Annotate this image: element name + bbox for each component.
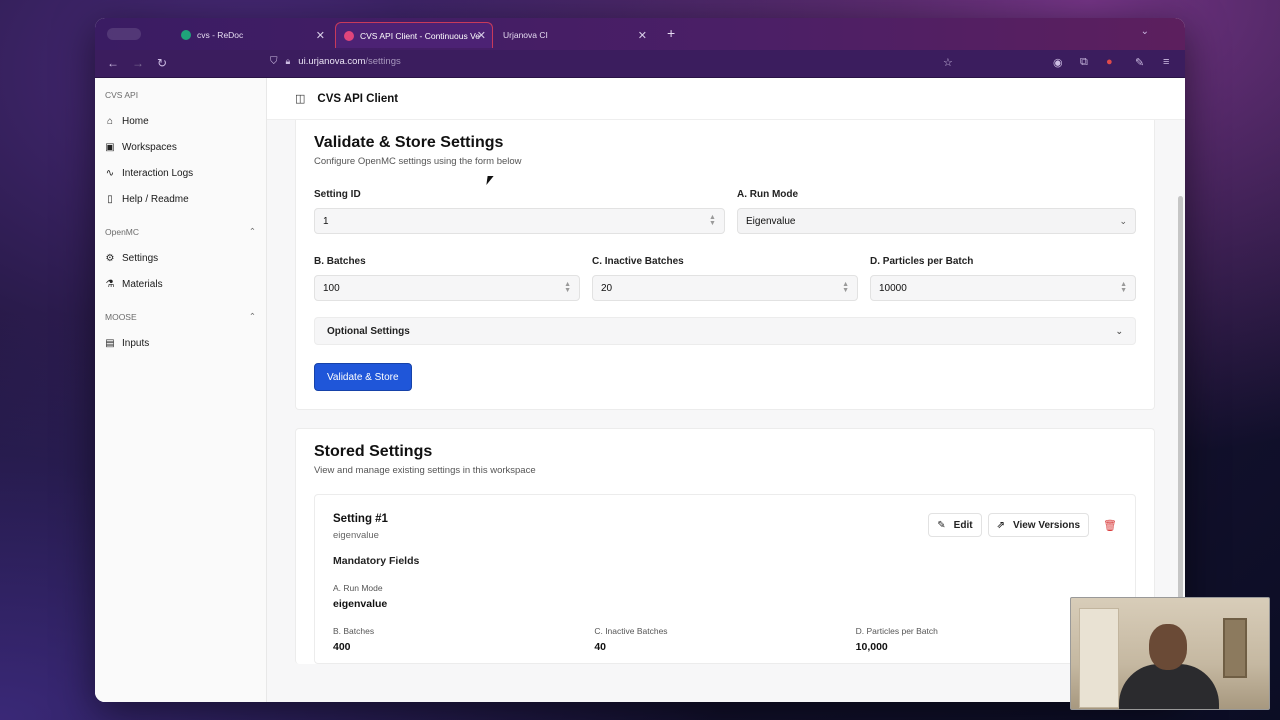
shield-icon: ⛉ <box>270 56 278 67</box>
inactive-batches-input[interactable]: 20 ▲ ▼ <box>592 275 858 301</box>
book-icon: ▯ <box>107 193 113 205</box>
home-icon: ⌂ <box>106 115 114 127</box>
setting-id-field-group: Setting ID 1 ▲ ▼ <box>314 189 725 234</box>
close-icon[interactable]: ✕ <box>316 29 325 42</box>
gear-icon: ⚙ <box>105 252 115 264</box>
back-icon[interactable]: ← <box>107 56 119 70</box>
webcam-overlay <box>1070 597 1270 710</box>
bookmark-star-icon[interactable]: ☆ <box>943 56 953 69</box>
address-bar[interactable]: ⛉ 🔒︎ ui.urjanova.com/settings <box>270 56 401 67</box>
tab-label: cvs - ReDoc <box>197 30 244 40</box>
chevron-up-icon: ⌃ <box>248 311 256 321</box>
sidebar-item-interaction-logs[interactable]: ∿ Interaction Logs <box>105 160 256 186</box>
account-icon[interactable]: ◉ <box>1053 56 1063 69</box>
tab-label: CVS API Client - Continuous Ve <box>360 30 481 41</box>
run-mode-value: eigenvalue <box>333 598 388 610</box>
chevron-down-icon: ⌄ <box>1115 325 1123 336</box>
batches-input[interactable]: 100 ▲ ▼ <box>314 275 580 301</box>
chevron-down-icon[interactable]: ⌄ <box>1141 26 1149 37</box>
trash-icon[interactable]: 🗑︎ <box>1103 519 1117 532</box>
setting-values-row: B. Batches 400 C. Inactive Batches 40 D.… <box>333 610 1117 653</box>
chevron-down-icon: ⌄ <box>1119 215 1127 226</box>
stepper-icon[interactable]: ▲ ▼ <box>842 281 849 294</box>
window-controls[interactable] <box>107 28 141 40</box>
forward-icon[interactable]: → <box>132 56 144 70</box>
navigation-bar: ← → ↻ ⛉ 🔒︎ ui.urjanova.com/settings ☆ ◉ … <box>95 50 1185 78</box>
form-title: Validate & Store Settings <box>314 134 504 151</box>
edit-button[interactable]: ✎ Edit <box>928 513 982 537</box>
extension-icon[interactable]: ✎ <box>1135 56 1144 69</box>
inactive-batches-value: 40 <box>594 641 607 653</box>
sidebar-group-cvs-api: CVS API <box>105 90 139 100</box>
scrollbar[interactable] <box>1178 196 1183 666</box>
stored-setting-item: Setting #1 eigenvalue Mandatory Fields A… <box>314 494 1136 664</box>
content-area: Validate & Store Settings Configure Open… <box>267 120 1185 702</box>
sidebar-item-home[interactable]: ⌂ Home <box>105 108 256 134</box>
extensions-icon[interactable]: ⧉ <box>1080 56 1088 69</box>
batches-value: 400 <box>333 641 351 653</box>
mouse-cursor <box>486 176 494 185</box>
tab-urjanova-ci[interactable]: Urjanova CI ✕ <box>495 22 653 48</box>
particles-field-group: D. Particles per Batch 10000 ▲ ▼ <box>870 256 1136 301</box>
main-content: ◫ CVS API Client Validate & Store Settin… <box>267 78 1185 702</box>
sidebar-item-help[interactable]: ▯ Help / Readme <box>105 186 256 212</box>
batches-field-group: B. Batches 100 ▲ ▼ <box>314 256 580 301</box>
redoc-favicon-icon <box>181 30 191 40</box>
optional-settings-accordion[interactable]: Optional Settings ⌄ <box>314 317 1136 345</box>
sidebar-group-moose[interactable]: MOOSE ⌃ <box>105 311 256 322</box>
setting-actions: ✎ Edit ⇗ View Versions 🗑︎ <box>928 513 1117 537</box>
external-link-icon: ⇗ <box>996 519 1005 531</box>
tab-cvs-api-client[interactable]: CVS API Client - Continuous Ve ✕ <box>335 22 493 48</box>
app-header: ◫ CVS API Client <box>267 78 1185 120</box>
app-favicon-icon <box>344 30 354 41</box>
edit-icon: ✎ <box>937 519 946 531</box>
lock-icon: 🔒︎ <box>285 56 291 66</box>
setting-id-input[interactable]: 1 ▲ ▼ <box>314 208 725 234</box>
stepper-icon[interactable]: ▲ ▼ <box>1120 281 1127 294</box>
stepper-icon[interactable]: ▲ ▼ <box>709 214 716 227</box>
validate-settings-card: Validate & Store Settings Configure Open… <box>295 120 1155 410</box>
sidebar-item-workspaces[interactable]: ▣ Workspaces <box>105 134 256 160</box>
file-icon: ▤ <box>105 337 115 349</box>
sidebar-group-openmc[interactable]: OpenMC ⌃ <box>105 226 256 237</box>
sidebar-toggle-icon[interactable]: ◫ <box>295 92 305 105</box>
tab-redoc[interactable]: cvs - ReDoc ✕ <box>173 22 331 48</box>
validate-store-button[interactable]: Validate & Store <box>314 363 412 391</box>
stepper-icon[interactable]: ▲ ▼ <box>564 281 571 294</box>
run-mode-field-group: A. Run Mode Eigenvalue ⌄ <box>736 189 1136 234</box>
inactive-batches-field-group: C. Inactive Batches 20 ▲ ▼ <box>592 256 858 301</box>
sidebar-item-settings[interactable]: ⚙ Settings <box>105 245 256 271</box>
reload-icon[interactable]: ↻ <box>157 56 167 70</box>
tab-bar: cvs - ReDoc ✕ CVS API Client - Continuou… <box>95 18 1185 50</box>
browser-window: cvs - ReDoc ✕ CVS API Client - Continuou… <box>95 18 1185 702</box>
close-icon[interactable]: ✕ <box>477 29 486 42</box>
stored-title: Stored Settings <box>314 443 433 460</box>
stored-settings-card: Stored Settings View and manage existing… <box>295 428 1155 664</box>
view-versions-button[interactable]: ⇗ View Versions <box>987 513 1090 537</box>
sidebar: CVS API ⌂ Home ▣ Workspaces ∿ Interactio… <box>95 78 267 702</box>
sidebar-item-inputs[interactable]: ▤ Inputs <box>105 330 256 356</box>
mandatory-fields-heading: Mandatory Fields <box>333 555 420 567</box>
flask-icon: ⚗ <box>105 278 115 290</box>
form-row-1: Setting ID 1 ▲ ▼ A. Run Mode Eigenvalue ⌄ <box>314 189 1136 234</box>
url-text: ui.urjanova.com/settings <box>298 56 401 67</box>
activity-icon: ∿ <box>105 167 115 179</box>
run-mode-select[interactable]: Eigenvalue ⌄ <box>736 208 1136 234</box>
close-icon[interactable]: ✕ <box>638 29 647 42</box>
particles-input[interactable]: 10000 ▲ ▼ <box>870 275 1136 301</box>
form-subtitle: Configure OpenMC settings using the form… <box>314 156 522 167</box>
workspaces-icon: ▣ <box>105 141 115 153</box>
app-title: CVS API Client <box>317 92 399 105</box>
sidebar-item-materials[interactable]: ⚗ Materials <box>105 271 256 297</box>
menu-icon[interactable]: ≡ <box>1163 56 1169 68</box>
tab-label: Urjanova CI <box>503 30 548 40</box>
form-row-2: B. Batches 100 ▲ ▼ C. Inactive Batches 20… <box>314 256 1136 301</box>
stored-subtitle: View and manage existing settings in thi… <box>314 465 536 476</box>
chevron-up-icon: ⌃ <box>248 226 256 236</box>
new-tab-icon[interactable]: + <box>667 25 675 41</box>
app-shell: CVS API ⌂ Home ▣ Workspaces ∿ Interactio… <box>95 78 1185 702</box>
ublock-icon[interactable]: ● <box>1106 56 1113 68</box>
